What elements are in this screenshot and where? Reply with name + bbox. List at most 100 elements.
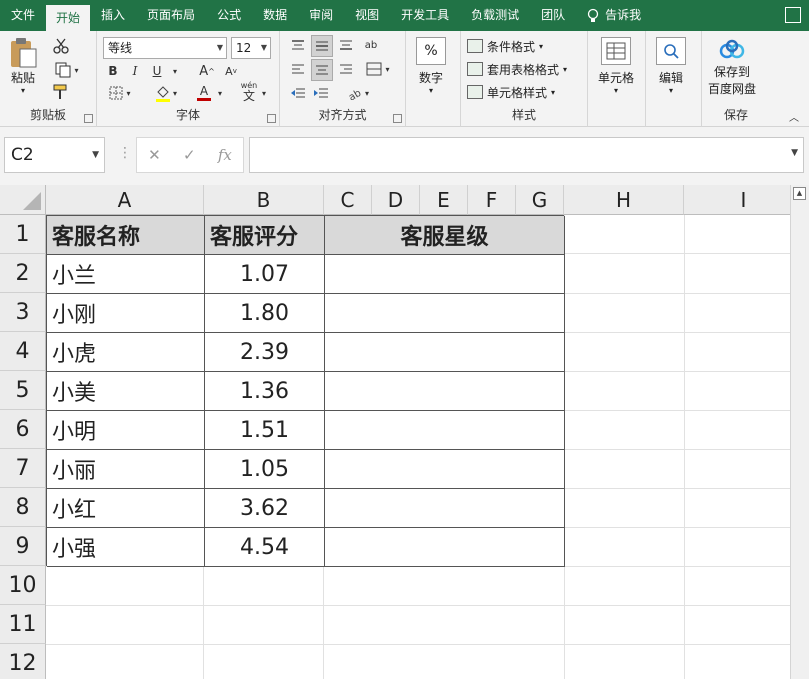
phonetic-dropdown[interactable]: ▾ [259, 83, 269, 103]
score-cell[interactable]: 1.07 [205, 255, 325, 294]
column-header-f[interactable]: F [468, 185, 516, 215]
tab-view[interactable]: 视图 [344, 0, 390, 31]
paste-button[interactable]: 粘贴 ▾ [8, 37, 38, 95]
orientation-button[interactable]: ab [360, 35, 382, 55]
name-cell[interactable]: 小刚 [47, 294, 205, 333]
cells-button[interactable]: 单元格 ▾ [598, 37, 634, 95]
name-cell[interactable]: 小红 [47, 489, 205, 528]
score-cell[interactable]: 1.05 [205, 450, 325, 489]
format-as-table-button[interactable]: 套用表格格式 ▾ [467, 59, 567, 79]
star-cell-selected[interactable] [325, 255, 565, 294]
cancel-entry-button[interactable]: ✕ [148, 146, 161, 164]
table-header-cell[interactable]: 客服名称 [47, 216, 205, 255]
cut-button[interactable] [50, 37, 72, 55]
increase-indent-button[interactable] [311, 83, 331, 103]
text-orientation-button[interactable]: ab ▾ [342, 83, 374, 103]
star-cell[interactable] [325, 372, 565, 411]
score-cell[interactable]: 4.54 [205, 528, 325, 567]
column-header-h[interactable]: H [564, 185, 684, 215]
tab-load-test[interactable]: 负载测试 [460, 0, 530, 31]
score-cell[interactable]: 1.80 [205, 294, 325, 333]
name-cell[interactable]: 小美 [47, 372, 205, 411]
column-header-g[interactable]: G [516, 185, 564, 215]
italic-button[interactable]: I [125, 61, 145, 81]
shrink-font-button[interactable]: Av [221, 61, 241, 81]
row-header[interactable]: 9 [0, 527, 46, 566]
column-header-i[interactable]: I [684, 185, 790, 215]
fill-color-button[interactable]: ▾ [151, 83, 181, 103]
formula-input[interactable]: ▼ [249, 137, 804, 173]
editing-button[interactable]: 编辑 ▾ [656, 37, 686, 95]
row-header[interactable]: 8 [0, 488, 46, 527]
column-header-c[interactable]: C [324, 185, 372, 215]
tab-formulas[interactable]: 公式 [206, 0, 252, 31]
name-cell[interactable]: 小丽 [47, 450, 205, 489]
score-cell[interactable]: 2.39 [205, 333, 325, 372]
merge-center-button[interactable]: ▾ [360, 59, 396, 79]
align-center-button[interactable] [311, 59, 333, 81]
star-cell[interactable] [325, 489, 565, 528]
table-header-cell[interactable]: 客服评分 [205, 216, 325, 255]
tab-team[interactable]: 团队 [530, 0, 576, 31]
borders-button[interactable]: ▾ [103, 83, 137, 103]
tab-home[interactable]: 开始 [46, 5, 91, 31]
row-header[interactable]: 10 [0, 566, 46, 605]
column-header-e[interactable]: E [420, 185, 468, 215]
tab-review[interactable]: 审阅 [298, 0, 344, 31]
format-painter-button[interactable] [50, 83, 72, 101]
cell-styles-button[interactable]: 单元格样式 ▾ [467, 82, 555, 102]
grow-font-button[interactable]: A ^ [197, 61, 217, 81]
tab-data[interactable]: 数据 [252, 0, 298, 31]
align-top-button[interactable] [288, 35, 308, 55]
star-cell[interactable] [325, 528, 565, 567]
align-right-button[interactable] [336, 59, 356, 79]
tab-insert[interactable]: 插入 [90, 0, 136, 31]
name-cell[interactable]: 小强 [47, 528, 205, 567]
star-cell[interactable] [325, 333, 565, 372]
expand-formula-bar-icon[interactable]: ▼ [791, 148, 798, 158]
star-cell[interactable] [325, 450, 565, 489]
row-header[interactable]: 1 [0, 215, 46, 254]
dialog-launcher-icon[interactable] [84, 114, 93, 123]
insert-function-button[interactable]: fx [218, 146, 232, 164]
name-cell[interactable]: 小明 [47, 411, 205, 450]
row-header[interactable]: 11 [0, 605, 46, 644]
align-middle-button[interactable] [311, 35, 333, 57]
copy-button[interactable]: ▾ [50, 61, 84, 79]
font-color-dropdown[interactable]: ▾ [215, 83, 225, 103]
name-cell[interactable]: 小兰 [47, 255, 205, 294]
collapse-ribbon-icon[interactable]: ︿ [786, 109, 802, 124]
number-format-button[interactable]: % 数字 ▾ [416, 37, 446, 95]
select-all-button[interactable] [0, 185, 46, 215]
tab-developer[interactable]: 开发工具 [390, 0, 460, 31]
row-header[interactable]: 5 [0, 371, 46, 410]
underline-button[interactable]: U [147, 61, 167, 81]
row-header[interactable]: 6 [0, 410, 46, 449]
row-header[interactable]: 3 [0, 293, 46, 332]
star-cell[interactable] [325, 411, 565, 450]
align-left-button[interactable] [288, 59, 308, 79]
align-bottom-button[interactable] [336, 35, 356, 55]
score-cell[interactable]: 1.51 [205, 411, 325, 450]
conditional-formatting-button[interactable]: 条件格式 ▾ [467, 36, 543, 56]
save-to-baidu-button[interactable]: 保存到 百度网盘 [708, 39, 756, 97]
scroll-up-arrow-icon[interactable]: ▲ [793, 187, 806, 200]
ribbon-display-options-icon[interactable] [785, 7, 801, 23]
row-header[interactable]: 12 [0, 644, 46, 679]
confirm-entry-button[interactable]: ✓ [183, 146, 196, 164]
vertical-scrollbar[interactable]: ▲ [790, 185, 809, 679]
underline-dropdown[interactable]: ▾ [169, 61, 181, 81]
row-header[interactable]: 4 [0, 332, 46, 371]
name-box[interactable]: C2 ▼ [4, 137, 105, 173]
dialog-launcher-icon[interactable] [393, 114, 402, 123]
column-header-d[interactable]: D [372, 185, 420, 215]
tell-me-button[interactable]: 告诉我 [576, 0, 652, 31]
name-cell[interactable]: 小虎 [47, 333, 205, 372]
score-cell[interactable]: 3.62 [205, 489, 325, 528]
column-header-b[interactable]: B [204, 185, 324, 215]
decrease-indent-button[interactable] [288, 83, 308, 103]
font-name-select[interactable]: 等线 ▼ [103, 37, 227, 59]
tab-file[interactable]: 文件 [0, 0, 46, 31]
row-header[interactable]: 2 [0, 254, 46, 293]
font-size-select[interactable]: 12 ▼ [231, 37, 271, 59]
